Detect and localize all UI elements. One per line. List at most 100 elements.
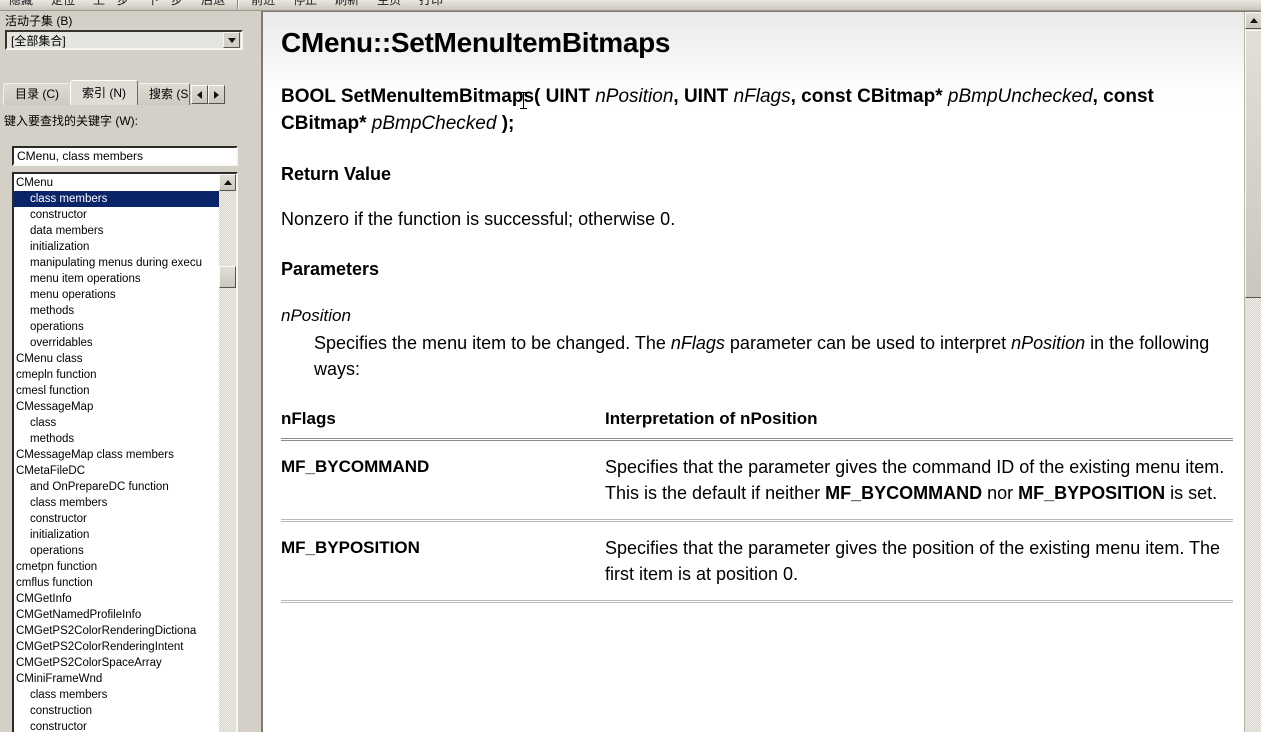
list-item[interactable]: initialization: [14, 239, 221, 255]
list-item[interactable]: construction: [14, 703, 221, 719]
toolbar-button-refresh[interactable]: 刷新: [326, 0, 368, 10]
list-item-label: CMenu class: [16, 353, 83, 365]
index-list-scrollbar[interactable]: [219, 174, 236, 732]
scroll-up-button[interactable]: [219, 174, 236, 191]
list-item[interactable]: cmepln function: [14, 367, 221, 383]
toolbar-button-locate[interactable]: 定位: [42, 0, 84, 10]
list-item[interactable]: overridables: [14, 335, 221, 351]
list-item-label: operations: [30, 321, 84, 333]
toolbar-button-home[interactable]: 主页: [368, 0, 410, 10]
list-item[interactable]: constructor: [14, 511, 221, 527]
tab-contents[interactable]: 目录 (C): [3, 83, 71, 105]
list-item[interactable]: CMessageMap: [14, 399, 221, 415]
param-desc-text-2: parameter can be used to interpret: [724, 333, 1012, 353]
list-item[interactable]: menu operations: [14, 287, 221, 303]
list-item[interactable]: cmesl function: [14, 383, 221, 399]
list-item[interactable]: CMGetInfo: [14, 591, 221, 607]
list-item[interactable]: constructor: [14, 207, 221, 223]
return-value-text: Nonzero if the function is successful; o…: [281, 209, 676, 229]
list-item[interactable]: methods: [14, 431, 221, 447]
signature-param-nposition: nPosition: [595, 86, 674, 107]
active-subset-dropdown[interactable]: [全部集合]: [5, 30, 243, 50]
keyword-input[interactable]: CMenu, class members: [12, 146, 238, 166]
pane-splitter[interactable]: [252, 11, 261, 732]
list-item[interactable]: constructor: [14, 719, 221, 732]
signature-part-3: , const CBitmap*: [790, 86, 948, 107]
toolbar-button-previous[interactable]: 上一步: [84, 0, 138, 10]
index-scrollbar-thumb[interactable]: [219, 266, 236, 288]
table-header-nflags: nFlags: [281, 409, 336, 428]
list-item[interactable]: CMGetPS2ColorRenderingDictiona: [14, 623, 221, 639]
param-desc-italic-nflags: nFlags: [670, 333, 725, 353]
list-item[interactable]: class members: [14, 191, 221, 207]
list-item[interactable]: CMGetPS2ColorRenderingIntent: [14, 639, 221, 655]
list-item[interactable]: and OnPrepareDC function: [14, 479, 221, 495]
list-item[interactable]: initialization: [14, 527, 221, 543]
index-list-items: CMenu class members constructor data member…: [14, 174, 221, 732]
tab-search[interactable]: 搜索 (S: [137, 83, 191, 105]
toolbar-button-back[interactable]: 后退: [192, 0, 234, 10]
list-item[interactable]: CMGetPS2ColorSpaceArray: [14, 655, 221, 671]
document-scrollbar[interactable]: [1244, 12, 1261, 732]
list-item-label: data members: [30, 225, 104, 237]
page-title: CMenu::SetMenuItemBitmaps: [281, 27, 671, 58]
toolbar-button-print[interactable]: 打印: [410, 0, 452, 10]
table-cell-desc-mf-byposition: Specifies that the parameter gives the p…: [605, 520, 1233, 603]
list-item-label: CMGetPS2ColorRenderingIntent: [16, 641, 184, 653]
list-item-label: CMGetInfo: [16, 593, 72, 605]
list-item-label: initialization: [30, 241, 90, 253]
toolbar-buttons: 隐藏 定位 上一步 下一步 后退 前进 停止 刷新 主页 打印: [0, 0, 452, 10]
table-cell-desc-mf-bycommand: Specifies that the parameter gives the c…: [605, 439, 1233, 522]
toolbar-button-next[interactable]: 下一步: [138, 0, 192, 10]
list-item[interactable]: CMenu: [14, 175, 221, 191]
list-item[interactable]: manipulating menus during execu: [14, 255, 221, 271]
index-list[interactable]: CMenu class members constructor data member…: [12, 172, 238, 732]
toolbar-button-hide[interactable]: 隐藏: [0, 0, 42, 10]
list-item[interactable]: data members: [14, 223, 221, 239]
tab-scroll-left-button[interactable]: [191, 85, 209, 104]
list-item[interactable]: CMiniFrameWnd: [14, 671, 221, 687]
toolbar-separator: [237, 0, 240, 9]
table-header-row: nFlags Interpretation of nPosition: [281, 409, 1233, 440]
list-item-label: methods: [30, 305, 75, 317]
list-item[interactable]: CMenu class: [14, 351, 221, 367]
desc-text-3: is set.: [1165, 483, 1218, 503]
toolbar-button-stop[interactable]: 停止: [284, 0, 326, 10]
tab-scroll-right-button[interactable]: [208, 85, 226, 104]
param-desc-text-1: Specifies the menu item to be changed. T…: [314, 333, 671, 353]
list-item-label: cmepln function: [16, 369, 97, 381]
list-item-label: CMGetPS2ColorSpaceArray: [16, 657, 162, 669]
list-item-label: constructor: [30, 209, 87, 221]
list-item-label: cmesl function: [16, 385, 90, 397]
list-item-label: constructor: [30, 513, 87, 525]
list-item-label: initialization: [30, 529, 90, 541]
list-item[interactable]: methods: [14, 303, 221, 319]
list-item[interactable]: CMessageMap class members: [14, 447, 221, 463]
list-item-label: CMGetPS2ColorRenderingDictiona: [16, 625, 197, 637]
list-item[interactable]: menu item operations: [14, 271, 221, 287]
list-item[interactable]: class members: [14, 687, 221, 703]
list-item-label: manipulating menus during execu: [30, 257, 202, 269]
list-item[interactable]: class members: [14, 495, 221, 511]
list-item[interactable]: CMGetNamedProfileInfo: [14, 607, 221, 623]
list-item-label: CMessageMap class members: [16, 449, 174, 461]
desc-text-1: Specifies that the parameter gives the p…: [605, 538, 1221, 584]
doc-scrollbar-thumb[interactable]: [1245, 30, 1261, 298]
signature-part-1: BOOL SetMenuItemBitmaps( UINT: [281, 86, 596, 107]
chevron-down-icon[interactable]: [223, 32, 240, 48]
desc-bold-mf-byposition: MF_BYPOSITION: [1018, 483, 1166, 503]
help-viewer-window: 隐藏 定位 上一步 下一步 后退 前进 停止 刷新 主页 打印 活动子集 (B)…: [0, 0, 1261, 732]
list-item-label: constructor: [30, 721, 87, 732]
doc-scroll-up-button[interactable]: [1245, 12, 1261, 29]
desc-text-2: nor: [982, 483, 1019, 503]
list-item[interactable]: cmetpn function: [14, 559, 221, 575]
list-item[interactable]: CMetaFileDC: [14, 463, 221, 479]
list-item[interactable]: operations: [14, 319, 221, 335]
list-item[interactable]: operations: [14, 543, 221, 559]
section-heading-parameters: Parameters: [281, 259, 380, 279]
signature-part-5: );: [496, 113, 515, 134]
list-item[interactable]: class: [14, 415, 221, 431]
toolbar-button-forward[interactable]: 前进: [242, 0, 284, 10]
tab-index[interactable]: 索引 (N): [70, 80, 138, 105]
list-item[interactable]: cmflus function: [14, 575, 221, 591]
